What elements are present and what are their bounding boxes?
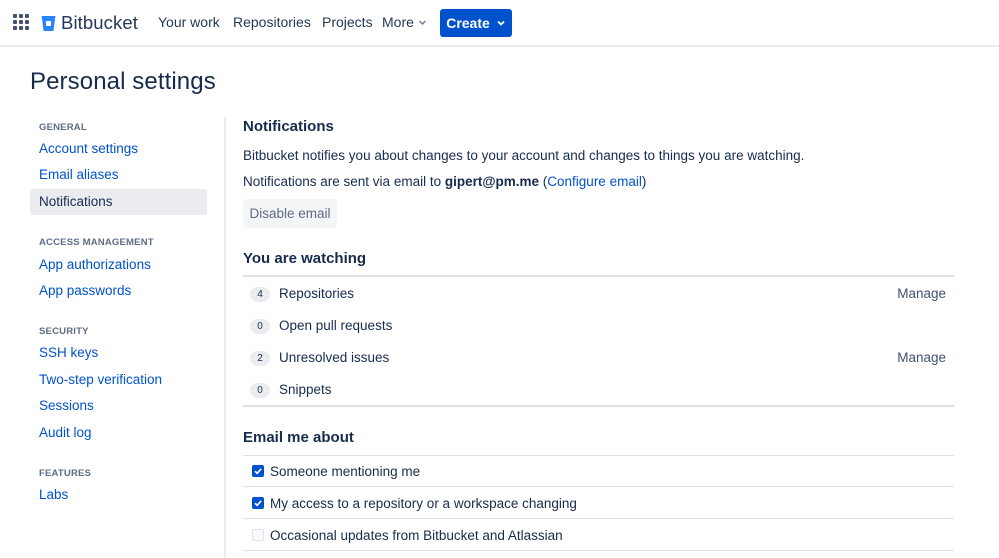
nav-more-label: More	[382, 14, 414, 30]
top-navigation: Bitbucket Your work Repositories Project…	[0, 0, 999, 47]
sidebar-heading-general: GENERAL	[39, 122, 87, 133]
checkbox-checked[interactable]	[252, 497, 264, 509]
sidebar-item-label: Notifications	[39, 194, 113, 209]
create-button-label: Create	[446, 15, 490, 31]
sent-prefix: Notifications are sent via email to	[243, 174, 445, 189]
sidebar-item-two-step-verification[interactable]: Two-step verification	[39, 372, 162, 387]
checkbox-unchecked[interactable]	[252, 529, 264, 541]
watching-divider-bottom	[243, 405, 954, 407]
disable-email-button[interactable]: Disable email	[243, 199, 337, 228]
manage-repositories-link[interactable]: Manage	[897, 286, 946, 301]
sidebar-heading-access-management: ACCESS MANAGEMENT	[39, 237, 154, 248]
watch-row-repositories: 4 Repositories Manage	[243, 277, 954, 309]
notifications-description: Bitbucket notifies you about changes to …	[243, 148, 805, 163]
watch-row-unresolved-issues: 2 Unresolved issues Manage	[243, 341, 954, 373]
paren-close: )	[641, 174, 647, 189]
nav-your-work[interactable]: Your work	[158, 14, 220, 30]
nav-more-dropdown[interactable]: More	[382, 14, 427, 30]
notification-email: gipert@pm.me	[444, 174, 540, 189]
chevron-down-icon	[497, 20, 505, 26]
sidebar-heading-security: SECURITY	[39, 326, 89, 337]
watching-heading: You are watching	[243, 250, 367, 267]
notifications-heading: Notifications	[243, 118, 334, 135]
checkbox-checked[interactable]	[252, 465, 264, 477]
email-me-heading: Email me about	[243, 429, 354, 446]
email-option-label: Occasional updates from Bitbucket and At…	[270, 528, 563, 543]
email-option-label: Someone mentioning me	[270, 464, 421, 479]
sidebar-item-notifications[interactable]: Notifications	[30, 189, 207, 215]
nav-repositories[interactable]: Repositories	[233, 14, 311, 30]
app-switcher-icon[interactable]	[13, 14, 29, 30]
sidebar-item-audit-log[interactable]: Audit log	[39, 425, 92, 440]
sidebar-item-email-aliases[interactable]: Email aliases	[39, 167, 119, 182]
create-button[interactable]: Create	[440, 9, 512, 37]
watch-label: Snippets	[279, 382, 332, 397]
sidebar-item-account-settings[interactable]: Account settings	[39, 141, 138, 156]
brand-name: Bitbucket	[61, 12, 138, 33]
sidebar-heading-features: FEATURES	[39, 468, 92, 479]
bitbucket-logo[interactable]: Bitbucket	[41, 12, 138, 34]
chevron-down-icon	[418, 20, 426, 25]
watch-row-snippets: 0 Snippets	[243, 373, 954, 405]
email-option-label: My access to a repository or a workspace…	[270, 496, 577, 511]
count-badge: 4	[250, 287, 270, 302]
notifications-email-line: Notifications are sent via email to gipe…	[243, 174, 646, 189]
page-title: Personal settings	[30, 68, 216, 95]
email-option-access-change[interactable]: My access to a repository or a workspace…	[243, 488, 954, 519]
check-icon	[254, 468, 262, 475]
sidebar-item-labs[interactable]: Labs	[39, 487, 68, 502]
sidebar-item-app-passwords[interactable]: App passwords	[39, 283, 131, 298]
manage-issues-link[interactable]: Manage	[897, 350, 946, 365]
count-badge: 2	[250, 351, 270, 366]
sidebar-item-app-authorizations[interactable]: App authorizations	[39, 257, 151, 272]
count-badge: 0	[250, 383, 270, 398]
sidebar-item-sessions[interactable]: Sessions	[39, 398, 94, 413]
sidebar-divider	[224, 117, 226, 558]
email-option-mentions[interactable]: Someone mentioning me	[243, 456, 954, 487]
watch-label: Unresolved issues	[279, 350, 390, 365]
count-badge: 0	[250, 319, 270, 334]
check-icon	[254, 500, 262, 507]
bitbucket-logo-icon	[41, 15, 56, 31]
watch-row-open-pull-requests: 0 Open pull requests	[243, 309, 954, 341]
watch-label: Repositories	[279, 286, 355, 301]
nav-projects[interactable]: Projects	[322, 14, 373, 30]
sidebar-item-ssh-keys[interactable]: SSH keys	[39, 345, 98, 360]
watch-label: Open pull requests	[279, 318, 393, 333]
configure-email-link[interactable]: Configure email	[547, 174, 642, 189]
email-option-updates[interactable]: Occasional updates from Bitbucket and At…	[243, 520, 954, 551]
